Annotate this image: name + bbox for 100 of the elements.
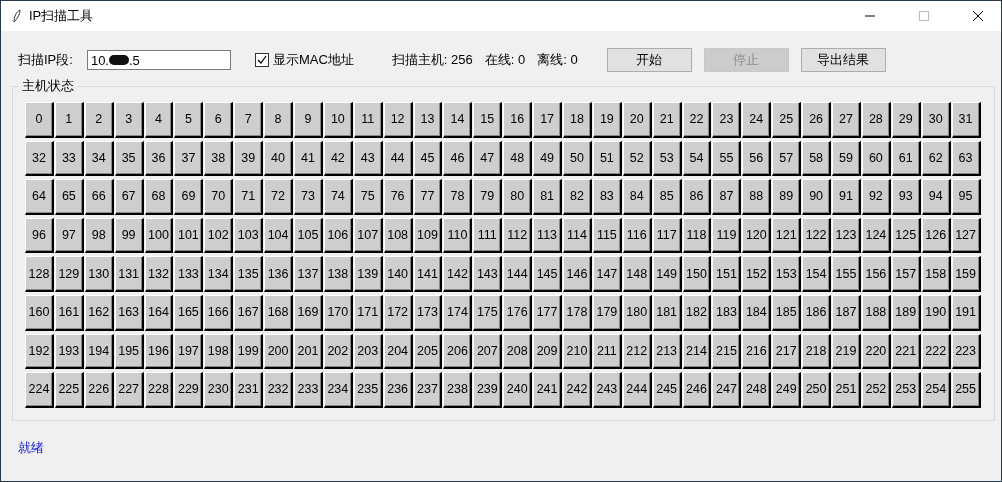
host-button[interactable]: 174 bbox=[443, 294, 473, 331]
host-button[interactable]: 50 bbox=[563, 140, 592, 177]
host-button[interactable]: 85 bbox=[652, 179, 682, 215]
host-button[interactable]: 160 bbox=[25, 294, 54, 331]
host-button[interactable]: 32 bbox=[25, 140, 54, 177]
host-button[interactable]: 46 bbox=[443, 140, 473, 177]
host-button[interactable]: 167 bbox=[234, 294, 264, 331]
host-button[interactable]: 27 bbox=[832, 102, 861, 138]
host-button[interactable]: 210 bbox=[563, 333, 592, 370]
host-button[interactable]: 137 bbox=[294, 256, 323, 292]
host-button[interactable]: 20 bbox=[622, 102, 652, 138]
host-button[interactable]: 217 bbox=[772, 333, 802, 370]
host-button[interactable]: 53 bbox=[652, 140, 682, 177]
host-button[interactable]: 129 bbox=[54, 256, 84, 292]
host-button[interactable]: 132 bbox=[144, 256, 174, 292]
host-button[interactable]: 189 bbox=[891, 294, 921, 331]
host-button[interactable]: 70 bbox=[204, 179, 234, 215]
host-button[interactable]: 247 bbox=[712, 372, 742, 408]
host-button[interactable]: 177 bbox=[533, 294, 563, 331]
checkbox-label[interactable]: 显示MAC地址 bbox=[272, 51, 354, 69]
host-button[interactable]: 143 bbox=[473, 256, 503, 292]
host-button[interactable]: 18 bbox=[563, 102, 592, 138]
host-button[interactable]: 133 bbox=[174, 256, 204, 292]
host-button[interactable]: 65 bbox=[54, 179, 84, 215]
host-button[interactable]: 162 bbox=[84, 294, 114, 331]
host-button[interactable]: 218 bbox=[802, 333, 832, 370]
host-button[interactable]: 214 bbox=[682, 333, 712, 370]
host-button[interactable]: 246 bbox=[682, 372, 712, 408]
host-button[interactable]: 117 bbox=[652, 217, 682, 254]
host-button[interactable]: 31 bbox=[951, 102, 981, 138]
host-button[interactable]: 195 bbox=[114, 333, 144, 370]
host-button[interactable]: 221 bbox=[891, 333, 921, 370]
host-button[interactable]: 230 bbox=[204, 372, 234, 408]
host-button[interactable]: 213 bbox=[652, 333, 682, 370]
host-button[interactable]: 148 bbox=[622, 256, 652, 292]
host-button[interactable]: 205 bbox=[413, 333, 443, 370]
host-button[interactable]: 43 bbox=[353, 140, 383, 177]
host-button[interactable]: 178 bbox=[563, 294, 592, 331]
host-button[interactable]: 106 bbox=[323, 217, 353, 254]
host-button[interactable]: 19 bbox=[592, 102, 622, 138]
host-button[interactable]: 47 bbox=[473, 140, 503, 177]
host-button[interactable]: 59 bbox=[832, 140, 861, 177]
host-button[interactable]: 101 bbox=[174, 217, 204, 254]
host-button[interactable]: 110 bbox=[443, 217, 473, 254]
host-button[interactable]: 227 bbox=[114, 372, 144, 408]
host-button[interactable]: 86 bbox=[682, 179, 712, 215]
host-button[interactable]: 149 bbox=[652, 256, 682, 292]
host-button[interactable]: 147 bbox=[592, 256, 622, 292]
host-button[interactable]: 17 bbox=[533, 102, 563, 138]
host-button[interactable]: 62 bbox=[921, 140, 951, 177]
host-button[interactable]: 192 bbox=[25, 333, 54, 370]
host-button[interactable]: 118 bbox=[682, 217, 712, 254]
toolbar-button[interactable]: 导出结果 bbox=[800, 48, 886, 72]
host-button[interactable]: 105 bbox=[294, 217, 323, 254]
host-button[interactable]: 229 bbox=[174, 372, 204, 408]
host-button[interactable]: 140 bbox=[383, 256, 413, 292]
host-button[interactable]: 224 bbox=[25, 372, 54, 408]
host-button[interactable]: 207 bbox=[473, 333, 503, 370]
host-button[interactable]: 209 bbox=[533, 333, 563, 370]
host-button[interactable]: 204 bbox=[383, 333, 413, 370]
host-button[interactable]: 163 bbox=[114, 294, 144, 331]
host-button[interactable]: 12 bbox=[383, 102, 413, 138]
host-button[interactable]: 168 bbox=[264, 294, 293, 331]
host-button[interactable]: 115 bbox=[592, 217, 622, 254]
host-button[interactable]: 48 bbox=[503, 140, 533, 177]
host-button[interactable]: 164 bbox=[144, 294, 174, 331]
host-button[interactable]: 233 bbox=[294, 372, 323, 408]
host-button[interactable]: 193 bbox=[54, 333, 84, 370]
host-button[interactable]: 146 bbox=[563, 256, 592, 292]
host-button[interactable]: 89 bbox=[772, 179, 802, 215]
host-button[interactable]: 185 bbox=[772, 294, 802, 331]
host-button[interactable]: 126 bbox=[921, 217, 951, 254]
host-button[interactable]: 197 bbox=[174, 333, 204, 370]
host-button[interactable]: 252 bbox=[861, 372, 891, 408]
host-button[interactable]: 238 bbox=[443, 372, 473, 408]
host-button[interactable]: 57 bbox=[772, 140, 802, 177]
host-button[interactable]: 208 bbox=[503, 333, 533, 370]
host-button[interactable]: 251 bbox=[832, 372, 861, 408]
host-button[interactable]: 186 bbox=[802, 294, 832, 331]
host-button[interactable]: 40 bbox=[264, 140, 293, 177]
host-button[interactable]: 37 bbox=[174, 140, 204, 177]
host-button[interactable]: 23 bbox=[712, 102, 742, 138]
host-button[interactable]: 255 bbox=[951, 372, 981, 408]
host-button[interactable]: 226 bbox=[84, 372, 114, 408]
host-button[interactable]: 81 bbox=[533, 179, 563, 215]
host-button[interactable]: 239 bbox=[473, 372, 503, 408]
host-button[interactable]: 219 bbox=[832, 333, 861, 370]
host-button[interactable]: 153 bbox=[772, 256, 802, 292]
host-button[interactable]: 78 bbox=[443, 179, 473, 215]
host-button[interactable]: 141 bbox=[413, 256, 443, 292]
host-button[interactable]: 5 bbox=[174, 102, 204, 138]
host-button[interactable]: 237 bbox=[413, 372, 443, 408]
host-button[interactable]: 128 bbox=[25, 256, 54, 292]
host-button[interactable]: 225 bbox=[54, 372, 84, 408]
host-button[interactable]: 157 bbox=[891, 256, 921, 292]
host-button[interactable]: 96 bbox=[25, 217, 54, 254]
host-button[interactable]: 58 bbox=[802, 140, 832, 177]
host-button[interactable]: 79 bbox=[473, 179, 503, 215]
host-button[interactable]: 138 bbox=[323, 256, 353, 292]
host-button[interactable]: 203 bbox=[353, 333, 383, 370]
